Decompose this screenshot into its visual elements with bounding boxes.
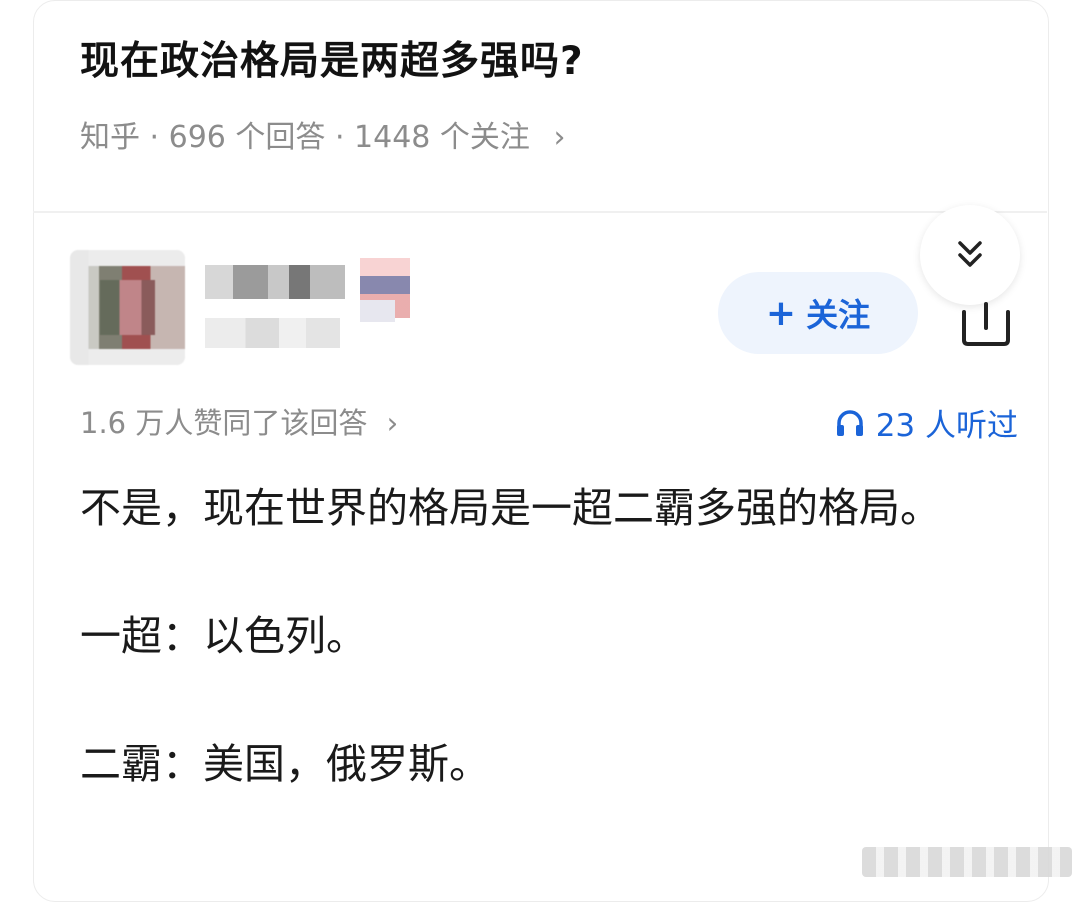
author-name[interactable] <box>205 265 345 299</box>
author-badge-extra <box>360 300 395 322</box>
question-title[interactable]: 现在政治格局是两超多强吗? <box>80 30 584 86</box>
separator: · <box>334 120 355 155</box>
follow-label: 关注 <box>806 296 871 334</box>
separator: · <box>149 120 169 155</box>
answer-body: 不是，现在世界的格局是一超二霸多强的格局。 一超：以色列。 二霸：美国，俄罗斯。 <box>80 470 1010 802</box>
follow-button[interactable]: + 关注 <box>718 272 918 354</box>
plus-icon: + <box>765 292 797 334</box>
chevron-right-icon: › <box>553 120 566 155</box>
listen-count[interactable]: 23 人听过 <box>834 400 1018 445</box>
headphones-icon <box>836 409 863 436</box>
source-label: 知乎 <box>80 120 140 155</box>
vote-count: 1.6 万人赞同了该回答 <box>80 406 368 440</box>
follower-count: 1448 个关注 <box>354 120 530 155</box>
avatar[interactable] <box>70 250 185 365</box>
answer-paragraph: 二霸：美国，俄罗斯。 <box>80 740 490 788</box>
divider <box>33 211 1047 213</box>
listen-text: 23 人听过 <box>875 408 1018 444</box>
double-chevron-down-icon <box>958 241 982 267</box>
answer-count: 696 个回答 <box>168 120 326 155</box>
share-icon[interactable] <box>956 290 1016 350</box>
answer-paragraph: 一超：以色列。 <box>80 612 367 660</box>
question-meta[interactable]: 知乎 · 696 个回答 · 1448 个关注 › <box>80 112 565 156</box>
author-headline <box>205 318 340 348</box>
vote-summary[interactable]: 1.6 万人赞同了该回答 › <box>80 400 398 442</box>
watermark <box>862 847 1072 877</box>
answer-paragraph: 不是，现在世界的格局是一超二霸多强的格局。 <box>80 484 941 532</box>
chevron-right-icon: › <box>386 406 399 440</box>
